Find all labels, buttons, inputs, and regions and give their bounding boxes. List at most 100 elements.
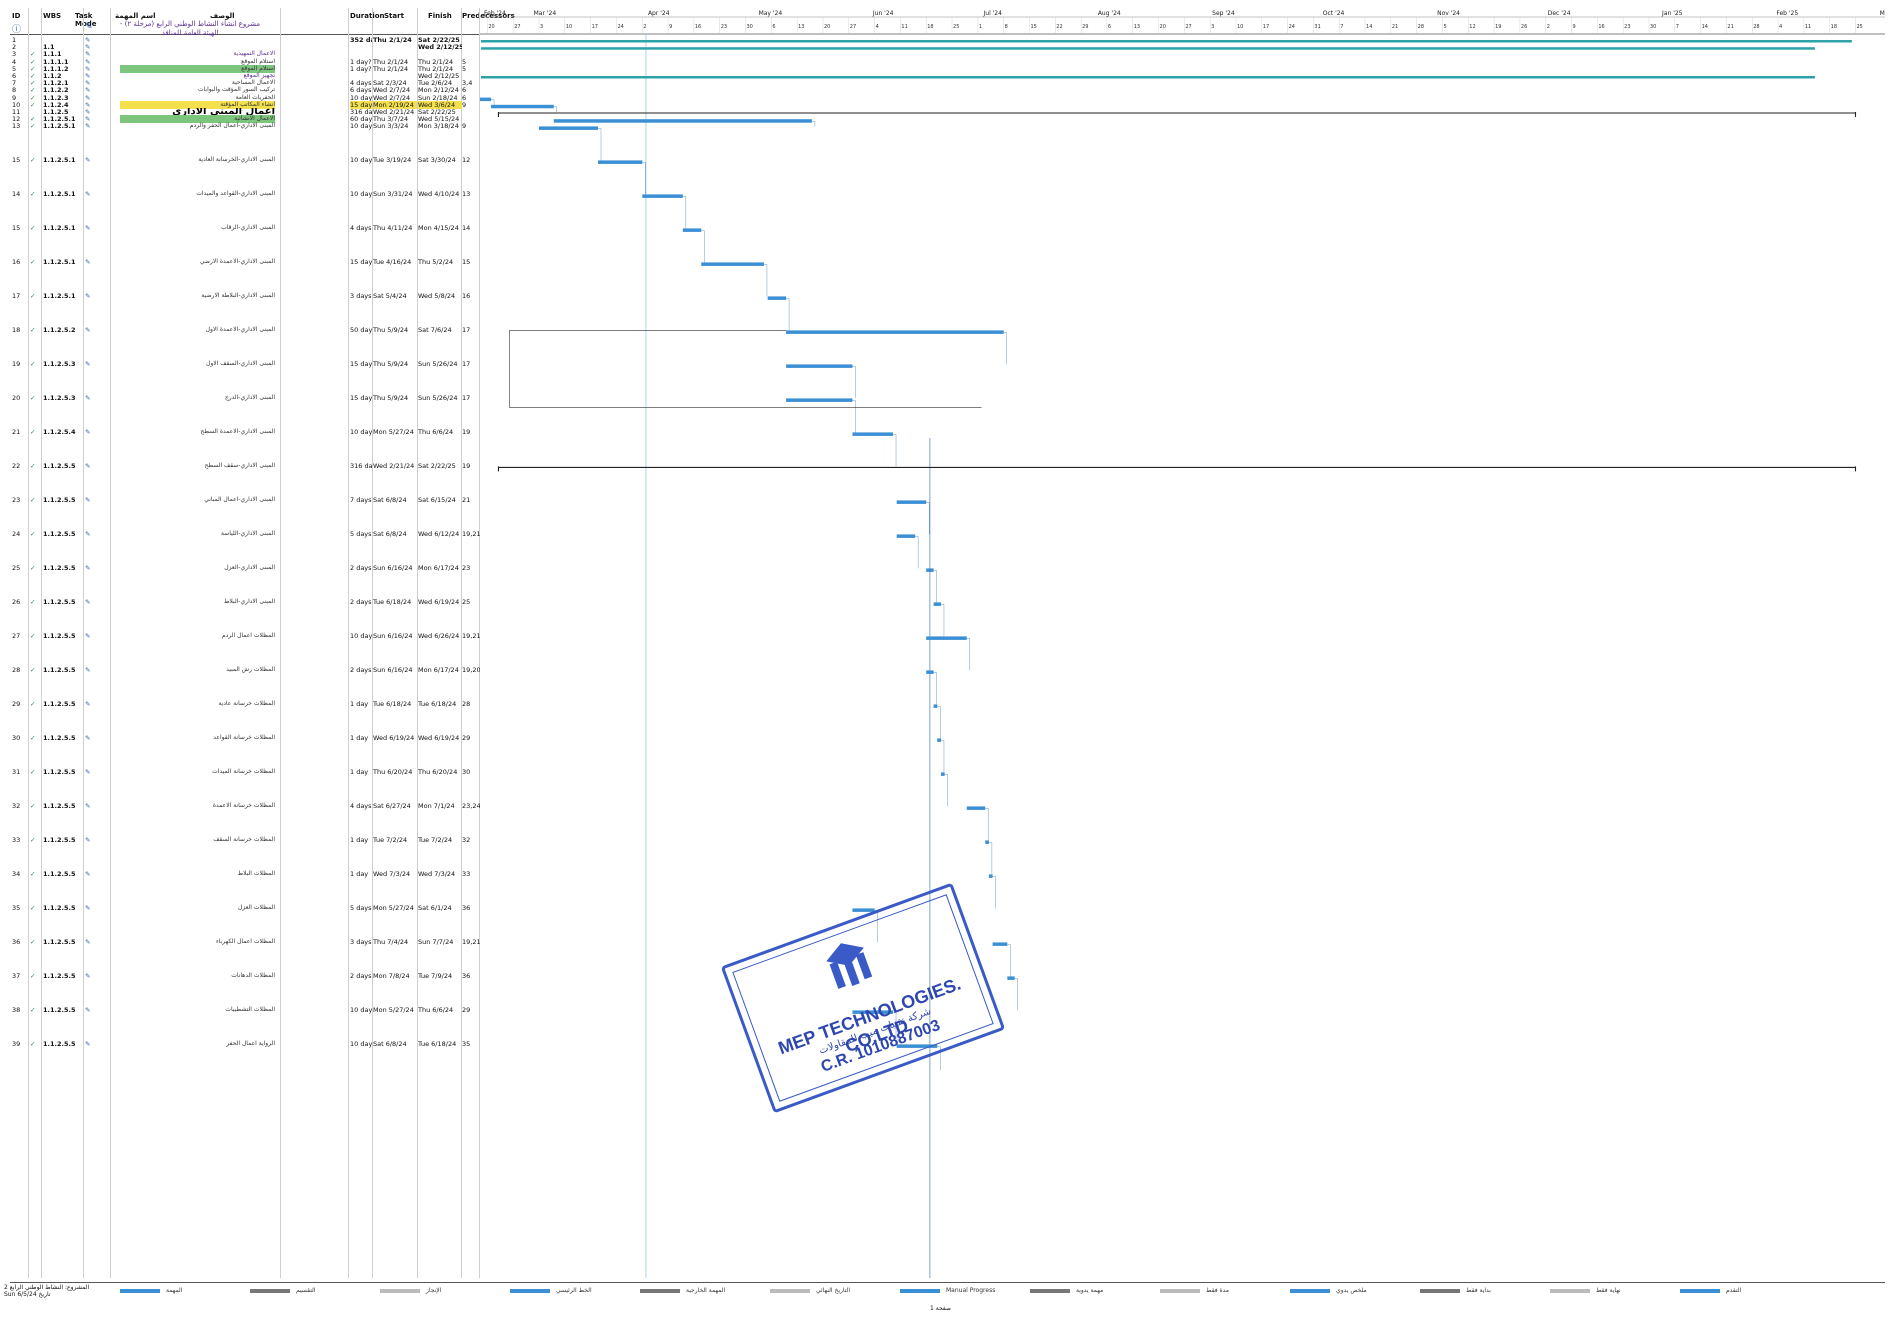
footer-date-label: Sun 6/5/24 تاريخ (4, 1291, 51, 1298)
dependency-link (811, 120, 816, 127)
summary-bar[interactable] (481, 76, 1815, 79)
task-bar[interactable] (539, 126, 599, 130)
task-bar[interactable] (933, 602, 941, 606)
task-bar[interactable] (786, 398, 853, 402)
task-wbs: 1.1.2.5.4 (43, 428, 76, 437)
task-bar[interactable] (926, 636, 967, 640)
task-bar[interactable] (896, 500, 927, 504)
task-id: 38 (12, 1006, 21, 1015)
col-id[interactable]: ID (12, 12, 20, 20)
week-label: 21 (1727, 24, 1733, 30)
week-label: 25 (953, 24, 959, 30)
task-check: ✓ (30, 972, 36, 981)
task-check: ✓ (30, 700, 36, 709)
task-duration: 4 days (350, 802, 372, 811)
summary-bracket[interactable] (497, 466, 1857, 472)
month-label: Jan '25 (1661, 10, 1683, 17)
task-bar[interactable] (937, 738, 941, 742)
task-predecessors: 29 (462, 1006, 471, 1015)
week-label: 23 (721, 24, 727, 30)
task-bar[interactable] (992, 942, 1008, 946)
task-bar[interactable] (1007, 976, 1015, 980)
task-bar[interactable] (933, 704, 938, 708)
legend-sample (510, 1289, 550, 1293)
task-bar[interactable] (985, 840, 989, 844)
task-predecessors: 16 (462, 292, 471, 301)
task-name: المظلات خرسانة عادية (218, 700, 275, 708)
task-duration: 10 days (350, 1040, 372, 1049)
task-bar[interactable] (701, 262, 764, 266)
task-bar[interactable] (491, 104, 554, 109)
week-label: 10 (566, 24, 572, 30)
task-bar[interactable] (926, 670, 934, 674)
task-bar[interactable] (767, 296, 787, 300)
task-start: Sun 6/16/24 (373, 564, 413, 573)
col-finish[interactable]: Finish (428, 12, 452, 20)
task-check: ✓ (30, 292, 36, 301)
task-check: ✓ (30, 666, 36, 675)
task-bar[interactable] (988, 874, 993, 878)
task-name: المظلات الدهانات (231, 972, 275, 980)
task-name: المبنى الاداري-سقف السطح (204, 462, 275, 470)
col-task-name[interactable]: اسم المهمة (115, 12, 156, 20)
week-label: 2 (643, 24, 646, 30)
col-description[interactable]: الوصف (210, 12, 235, 20)
task-wbs: 1.1.2.5.1 (43, 224, 76, 233)
task-predecessors: 14 (462, 224, 471, 233)
task-duration: 50 days (350, 326, 372, 335)
task-check: ✓ (30, 360, 36, 369)
task-id: 18 (12, 326, 21, 335)
task-wbs: 1.1.2.5.1 (43, 190, 76, 199)
task-bar[interactable] (852, 432, 894, 436)
task-start: Wed 6/19/24 (373, 734, 415, 743)
dependency-link (598, 128, 602, 161)
task-wbs: 1.1.2.5.5 (43, 462, 76, 471)
task-duration: 10 days (350, 190, 372, 199)
task-wbs: 1.1.2.5.5 (43, 1040, 76, 1049)
task-predecessors: 30 (462, 768, 471, 777)
task-name: المبنى الاداري-القواعد والميدات (196, 190, 275, 198)
task-wbs: 1.1.2.5.5 (43, 666, 76, 675)
task-mode-icon: ✎ (85, 258, 91, 267)
col-wbs[interactable]: WBS (43, 12, 61, 20)
task-predecessors: 17 (462, 360, 471, 369)
col-start[interactable]: Start (384, 12, 404, 20)
task-bar[interactable] (896, 534, 916, 538)
task-bar[interactable] (786, 364, 853, 368)
summary-bar[interactable] (481, 47, 1815, 50)
task-finish: Sat 6/1/24 (418, 904, 452, 913)
week-label: 28 (1753, 24, 1759, 30)
task-bar[interactable] (926, 568, 934, 572)
task-bar[interactable] (682, 228, 702, 232)
task-predecessors: 9 (462, 122, 467, 131)
task-bar[interactable] (786, 330, 1004, 334)
task-check: ✓ (30, 564, 36, 573)
info-icon: ⓘ (12, 25, 22, 35)
week-label: 30 (747, 24, 753, 30)
task-id: 15 (12, 224, 21, 233)
task-bar[interactable] (480, 97, 492, 102)
dependency-link (642, 162, 646, 195)
task-bar[interactable] (966, 806, 986, 810)
task-finish: Mon 6/17/24 (418, 564, 459, 573)
summary-bar[interactable] (481, 40, 1852, 43)
legend-sample (1290, 1289, 1330, 1293)
task-bar[interactable] (598, 160, 643, 164)
task-name: المبنى الاداري-اللياسة (220, 530, 275, 538)
task-name: المبنى الاداري-الدرج (224, 394, 275, 402)
col-duration[interactable]: Duration (350, 12, 385, 20)
summary-bracket[interactable] (497, 112, 1857, 117)
task-id: 23 (12, 496, 21, 505)
task-finish: Tue 7/9/24 (418, 972, 453, 981)
task-start: Sat 6/8/24 (373, 496, 407, 505)
task-check: ✓ (30, 598, 36, 607)
dependency-link (926, 502, 930, 535)
task-bar[interactable] (642, 194, 683, 198)
task-bar[interactable] (940, 772, 945, 776)
task-predecessors: 17 (462, 326, 471, 335)
month-label: Apr '24 (648, 10, 670, 17)
task-duration: 1 day (350, 700, 369, 709)
task-check: ✓ (30, 462, 36, 471)
month-label: Feb '25 (1776, 10, 1798, 17)
task-bar[interactable] (553, 119, 812, 123)
